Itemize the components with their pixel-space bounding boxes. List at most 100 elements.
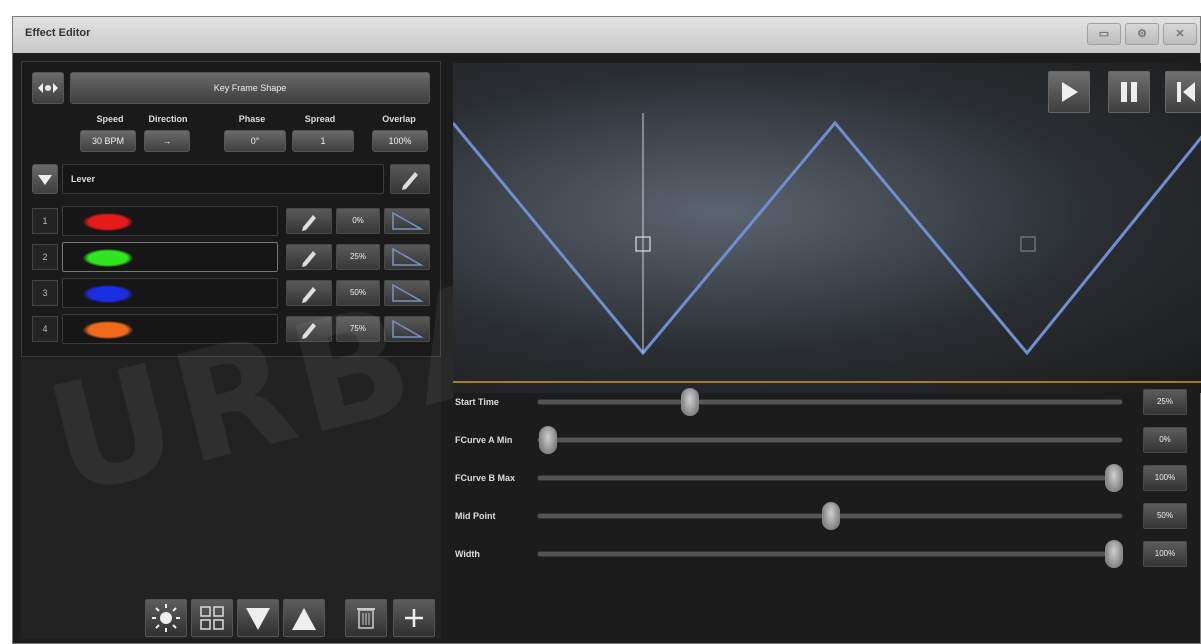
step-color-swatch[interactable] (62, 314, 278, 344)
slider-label: Mid Point (455, 511, 496, 521)
brightness-button[interactable] (145, 599, 187, 637)
overlap-value[interactable]: 100% (372, 130, 428, 152)
pencil-icon (302, 287, 316, 303)
title-bar: Effect Editor ▭ ⚙ ✕ (13, 17, 1200, 53)
pause-icon (1121, 82, 1137, 102)
step-percent[interactable]: 50% (336, 280, 380, 306)
slider-track[interactable] (537, 551, 1123, 557)
step-color-swatch[interactable] (62, 206, 278, 236)
speed-label: Speed (96, 114, 124, 124)
effect-settings-panel: Key Frame Shape Speed 30 BPM Direction →… (21, 61, 441, 357)
step-edit-button[interactable] (286, 244, 332, 270)
chevron-down-icon (38, 175, 52, 185)
slider-value[interactable]: 25% (1143, 389, 1187, 415)
pause-button[interactable] (1108, 71, 1150, 113)
arrow-up-icon (292, 608, 316, 630)
slider-track[interactable] (537, 437, 1123, 443)
slider-thumb[interactable] (822, 502, 840, 530)
step-index: 3 (32, 280, 58, 306)
rewind-button[interactable] (1165, 71, 1201, 113)
delete-button[interactable] (345, 599, 387, 637)
step-index: 2 (32, 244, 58, 270)
grid-button[interactable] (191, 599, 233, 637)
ramp-icon (392, 211, 424, 230)
step-curve-button[interactable] (384, 316, 430, 342)
slider-thumb[interactable] (1105, 540, 1123, 568)
layer-dropdown-button[interactable] (32, 164, 58, 194)
step-edit-button[interactable] (286, 208, 332, 234)
slider-label: Start Time (455, 397, 499, 407)
pencil-icon (302, 251, 316, 267)
move-down-button[interactable] (237, 599, 279, 637)
step-color-swatch[interactable] (62, 278, 278, 308)
slider-thumb[interactable] (1105, 464, 1123, 492)
expand-button[interactable] (32, 72, 64, 104)
speed-value[interactable]: 30 BPM (80, 130, 136, 152)
plus-icon (405, 609, 423, 627)
slider-value[interactable]: 50% (1143, 503, 1187, 529)
ramp-icon (392, 247, 424, 266)
spread-label: Spread (304, 114, 336, 124)
slider-label: FCurve A Min (455, 435, 513, 445)
window-title: Effect Editor (25, 27, 91, 39)
ramp-icon (392, 283, 424, 302)
expand-arrows-icon (38, 83, 58, 93)
left-panel: Key Frame Shape Speed 30 BPM Direction →… (21, 61, 680, 639)
key-frame-shape-button[interactable]: Key Frame Shape (70, 72, 430, 104)
color-blob (83, 285, 133, 303)
waveform-line (453, 120, 1201, 356)
skip-back-icon (1177, 82, 1195, 102)
slider-value[interactable]: 100% (1143, 465, 1187, 491)
slider-thumb[interactable] (539, 426, 557, 454)
slider-track[interactable] (537, 475, 1123, 481)
slider-value[interactable]: 0% (1143, 427, 1187, 453)
overlap-label: Overlap (382, 114, 416, 124)
slider-label: Width (455, 549, 480, 559)
step-percent[interactable]: 75% (336, 316, 380, 342)
spread-value[interactable]: 1 (292, 130, 354, 152)
trash-icon (357, 608, 375, 629)
layer-edit-button[interactable] (390, 164, 430, 194)
color-blob (83, 321, 133, 339)
effect-editor-window: Effect Editor ▭ ⚙ ✕ Key Frame Shape Spee… (12, 16, 1201, 644)
pencil-icon (402, 172, 418, 190)
sun-icon (152, 604, 180, 632)
slider-value[interactable]: 100% (1143, 541, 1187, 567)
window-close-button[interactable]: ✕ (1163, 23, 1197, 45)
step-curve-button[interactable] (384, 244, 430, 270)
direction-value[interactable]: → (144, 130, 190, 152)
step-curve-button[interactable] (384, 208, 430, 234)
window-settings-button[interactable]: ⚙ (1125, 23, 1159, 45)
pencil-icon (302, 323, 316, 339)
play-button[interactable] (1048, 71, 1090, 113)
play-icon (1062, 82, 1078, 102)
step-edit-button[interactable] (286, 316, 332, 342)
color-blob (83, 213, 133, 231)
step-edit-button[interactable] (286, 280, 332, 306)
bottom-toolbar (21, 595, 441, 639)
step-percent[interactable]: 0% (336, 208, 380, 234)
grid-icon (200, 606, 224, 630)
add-button[interactable] (393, 599, 435, 637)
step-percent[interactable]: 25% (336, 244, 380, 270)
arrow-down-icon (246, 608, 270, 630)
step-index: 4 (32, 316, 58, 342)
step-color-swatch[interactable] (62, 242, 278, 272)
phase-label: Phase (238, 114, 266, 124)
direction-label: Direction (148, 114, 188, 124)
step-curve-button[interactable] (384, 280, 430, 306)
slider-thumb[interactable] (680, 388, 699, 416)
pencil-icon (302, 215, 316, 231)
phase-value[interactable]: 0° (224, 130, 286, 152)
slider-label: FCurve B Max (455, 473, 516, 483)
slider-track[interactable] (537, 399, 1123, 405)
waveform-graph[interactable] (453, 63, 1201, 393)
step-index: 1 (32, 208, 58, 234)
layer-name-field[interactable]: Lever (62, 164, 384, 194)
ramp-icon (392, 319, 424, 338)
keyframe-handle[interactable] (1020, 236, 1036, 252)
color-blob (83, 249, 133, 267)
move-up-button[interactable] (283, 599, 325, 637)
layer-name: Lever (71, 174, 96, 184)
window-keyboard-button[interactable]: ▭ (1087, 23, 1121, 45)
